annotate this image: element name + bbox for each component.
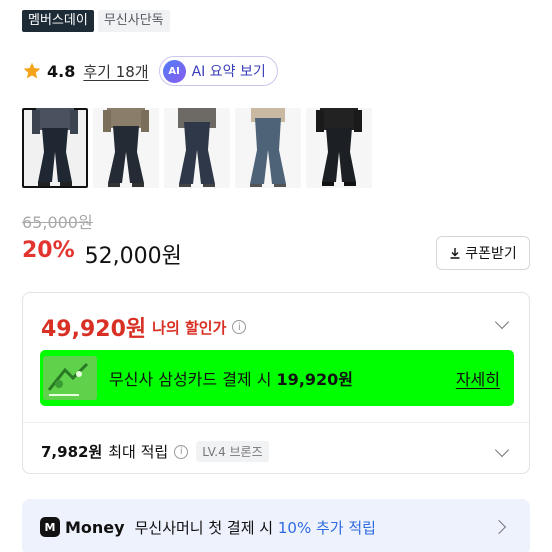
ai-icon: AI bbox=[162, 59, 186, 83]
badge-row: 멤버스데이 무신사단독 bbox=[22, 10, 170, 32]
points-row[interactable]: 7,982원 최대 적립 i LV.4 브론즈 bbox=[41, 441, 269, 462]
divider bbox=[23, 422, 529, 423]
info-icon[interactable]: i bbox=[174, 444, 189, 459]
rating-score: 4.8 bbox=[47, 61, 76, 81]
money-logo-icon: M bbox=[40, 517, 60, 537]
member-level-badge: LV.4 브론즈 bbox=[196, 441, 269, 462]
download-icon bbox=[450, 248, 460, 259]
musinsa-money-banner[interactable]: M Money 무신사머니 첫 결제 시 10% 추가 적립 bbox=[22, 499, 530, 552]
points-label: 최대 적립 bbox=[108, 443, 169, 461]
jeans-image bbox=[250, 108, 286, 187]
product-thumb-1[interactable] bbox=[22, 108, 88, 188]
jeans-image bbox=[178, 108, 216, 187]
exclusive-badge: 무신사단독 bbox=[97, 10, 170, 32]
info-icon[interactable]: i bbox=[232, 320, 247, 334]
product-thumb-3[interactable] bbox=[164, 108, 230, 188]
samsung-card-image bbox=[43, 356, 97, 400]
discount-rate: 20% bbox=[22, 238, 75, 263]
card-art bbox=[43, 356, 97, 400]
chevron-down-icon[interactable] bbox=[494, 314, 510, 330]
chevron-right-icon[interactable] bbox=[491, 519, 507, 535]
my-discount-label: 나의 할인가 bbox=[152, 318, 227, 337]
card-promo-banner[interactable]: 무신사 삼성카드 결제 시 19,920원 자세히 bbox=[40, 350, 514, 406]
reviews-link[interactable]: 후기 18개 bbox=[83, 61, 148, 82]
star-icon bbox=[23, 62, 41, 79]
money-promo-text: 무신사머니 첫 결제 시 10% 추가 적립 bbox=[134, 518, 376, 537]
thumbnail-strip bbox=[22, 108, 372, 188]
ai-summary-label: AI 요약 보기 bbox=[191, 64, 266, 80]
original-price: 65,000원 bbox=[22, 213, 93, 232]
coupon-label: 쿠폰받기 bbox=[465, 246, 517, 262]
price-row: 20% 52,000원 bbox=[22, 238, 182, 270]
my-price-row[interactable]: 49,920원 나의 할인가 i bbox=[41, 311, 247, 343]
money-brand: Money bbox=[65, 517, 125, 537]
rating-row: 4.8 후기 18개 AI AI 요약 보기 bbox=[22, 56, 278, 86]
coupon-button[interactable]: 쿠폰받기 bbox=[436, 236, 530, 270]
my-discount-price: 49,920원 bbox=[41, 317, 147, 342]
promo-text: 무신사 삼성카드 결제 시 19,920원 bbox=[109, 370, 354, 389]
ai-summary-button[interactable]: AI AI 요약 보기 bbox=[158, 56, 278, 86]
membersday-badge: 멤버스데이 bbox=[22, 10, 94, 32]
product-thumb-4[interactable] bbox=[235, 108, 301, 188]
chevron-down-icon[interactable] bbox=[494, 442, 510, 458]
product-thumb-5[interactable] bbox=[306, 108, 372, 188]
product-thumb-2[interactable] bbox=[93, 108, 159, 188]
jeans-image bbox=[103, 108, 149, 187]
benefits-card: 49,920원 나의 할인가 i 무신사 삼성카드 결제 시 19,920원 자… bbox=[22, 292, 530, 474]
sale-price: 52,000원 bbox=[84, 244, 182, 269]
jeans-image bbox=[32, 108, 78, 186]
max-points: 7,982원 bbox=[41, 443, 103, 461]
promo-detail-link[interactable]: 자세히 bbox=[456, 366, 500, 390]
jeans-image bbox=[316, 108, 362, 186]
